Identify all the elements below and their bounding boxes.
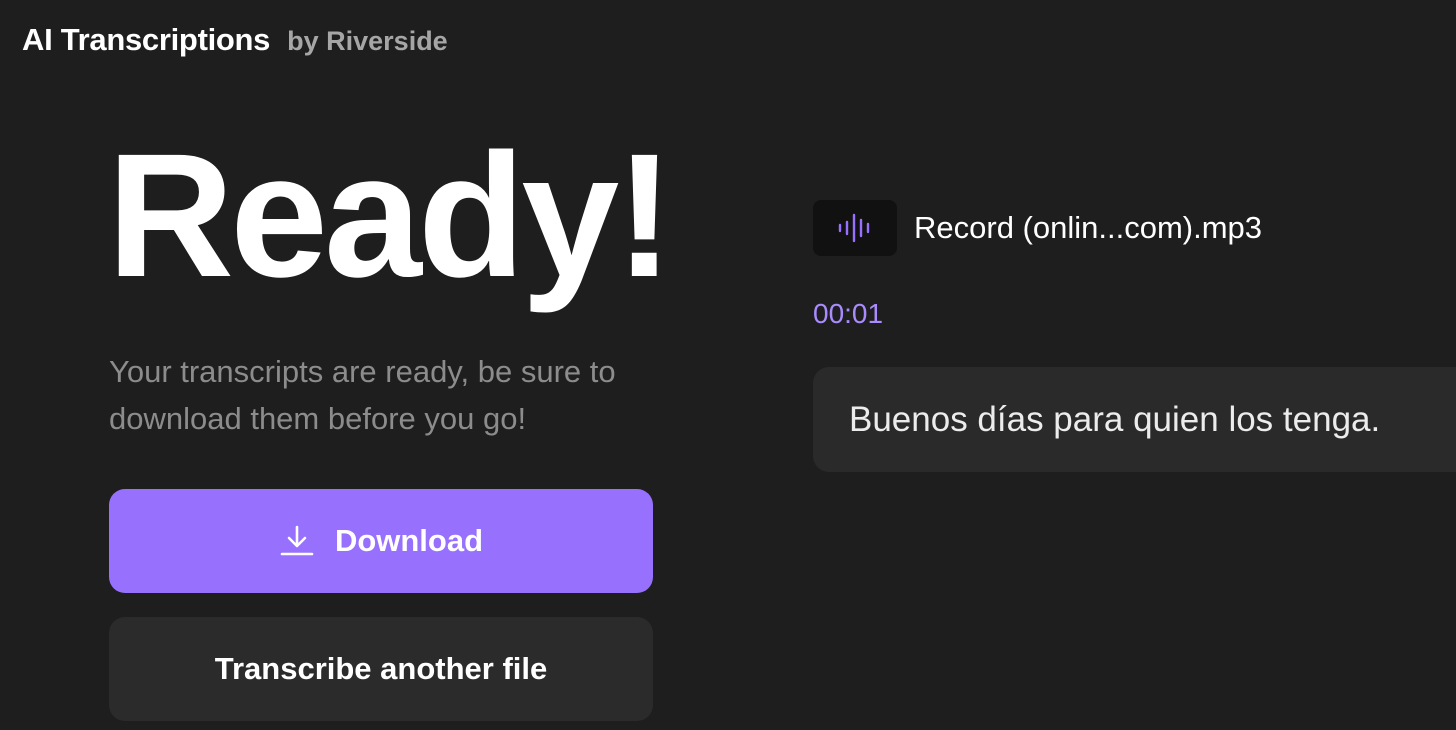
ready-subtitle: Your transcripts are ready, be sure to d… (109, 354, 616, 436)
download-button[interactable]: Download (109, 489, 653, 593)
transcript-text: Buenos días para quien los tenga. (849, 399, 1381, 439)
app-header: AI Transcriptions by Riverside (22, 22, 448, 58)
transcript-segment: Buenos días para quien los tenga. (813, 367, 1456, 472)
file-name: Record (onlin...com).mp3 (914, 210, 1263, 245)
download-icon (279, 523, 315, 559)
app-byline[interactable]: by Riverside (287, 26, 448, 57)
segment-timestamp[interactable]: 00:01 (813, 298, 883, 330)
transcribe-another-button[interactable]: Transcribe another file (109, 617, 653, 721)
file-info: Record (onlin...com).mp3 (813, 200, 1262, 256)
transcribe-another-label: Transcribe another file (214, 651, 548, 686)
app-title: AI Transcriptions (22, 22, 271, 57)
audio-waveform-icon (813, 200, 897, 256)
ready-heading: Ready! (107, 118, 674, 314)
download-button-label: Download (334, 523, 484, 558)
